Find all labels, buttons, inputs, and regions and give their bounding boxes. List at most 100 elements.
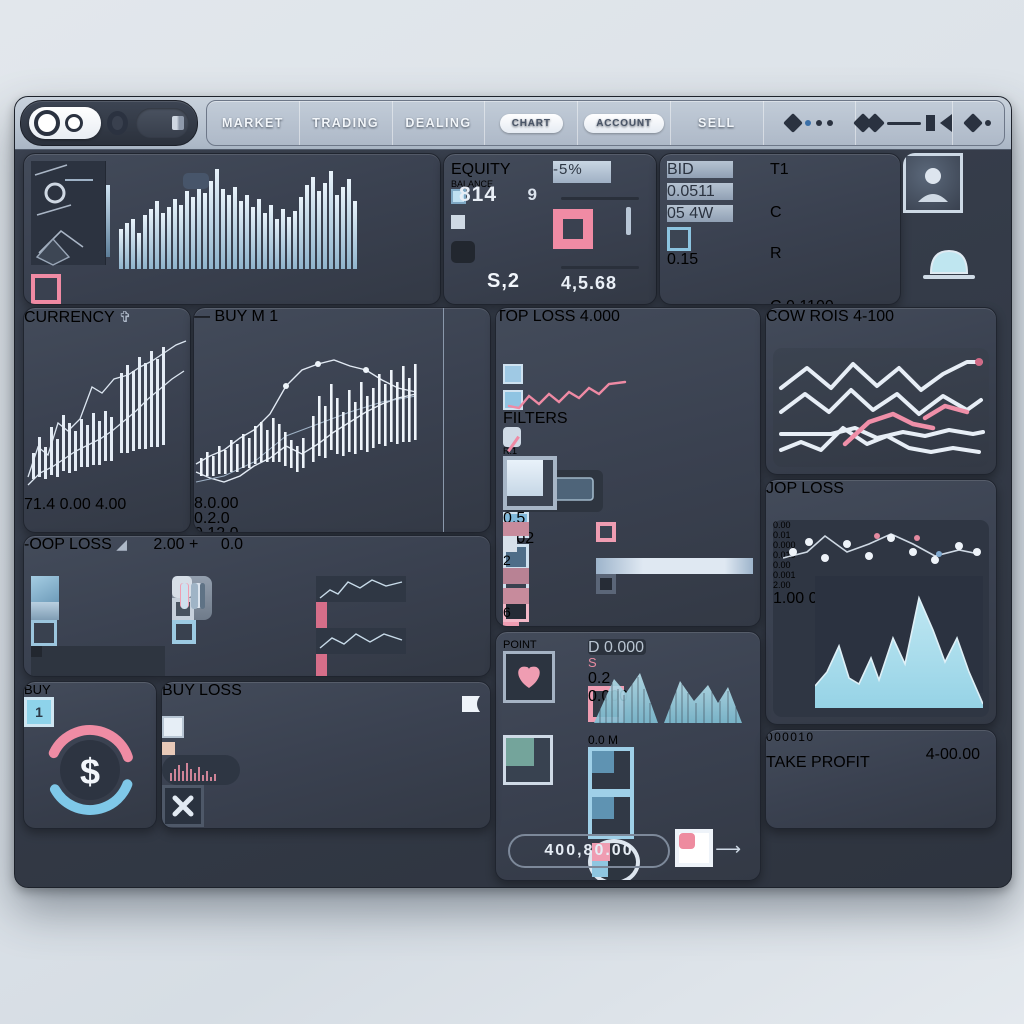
slider-track[interactable] xyxy=(596,542,753,558)
stop-loss-button[interactable]: BUY LOSS xyxy=(162,682,368,716)
refresh-icon[interactable] xyxy=(667,227,691,251)
currency-title[interactable]: CURRENCY xyxy=(24,309,114,326)
rect-icon[interactable] xyxy=(31,602,59,620)
panel-layout-icon[interactable] xyxy=(135,108,189,138)
toolbar-diamond-dots[interactable] xyxy=(764,101,857,145)
field-volume[interactable]: 05 4W xyxy=(667,205,733,222)
tab-account[interactable]: ACCOUNT xyxy=(578,101,671,145)
stripes-icon[interactable] xyxy=(172,583,212,676)
mini-chart-1[interactable] xyxy=(316,576,406,602)
heart-circle-icon[interactable] xyxy=(503,651,555,703)
refresh-circle-icon[interactable] xyxy=(503,735,553,785)
close-x-icon[interactable] xyxy=(162,785,204,827)
slider-track[interactable] xyxy=(596,594,753,610)
slider-track[interactable] xyxy=(596,558,753,574)
pnl-card[interactable]: -5% 4,5.68 xyxy=(553,161,649,297)
equity-card[interactable]: EQUITY 814 9 BALANCE S,2 xyxy=(451,161,547,297)
buy-title[interactable]: — BUY xyxy=(194,308,247,325)
row-badge[interactable]: C xyxy=(770,204,792,221)
area-title[interactable]: JOP LOSS xyxy=(766,480,844,497)
field-bid[interactable]: BID xyxy=(667,161,733,178)
donut-chart-icon[interactable] xyxy=(553,209,593,249)
tag-icon[interactable] xyxy=(183,173,209,189)
price-label[interactable]: 8.0.00 xyxy=(194,495,238,512)
area-chart[interactable]: 0.00 0.01 0.000 0.010 0.00 0.001 2.00 1.… xyxy=(773,520,989,717)
card-icon[interactable] xyxy=(553,183,573,197)
ring-icon[interactable] xyxy=(172,620,212,660)
mini-chart-2[interactable] xyxy=(316,628,406,654)
spiral-icon[interactable] xyxy=(31,620,57,646)
sparkline-chip[interactable] xyxy=(162,755,240,785)
dial-chart[interactable]: $ xyxy=(30,722,150,822)
toggle-1[interactable] xyxy=(503,703,561,719)
toolbar-panel: -OOP LOSS ◢ 2.00 + 0.0 xyxy=(23,535,491,677)
tab-dealing[interactable]: DEALING xyxy=(393,101,486,145)
tab-chart[interactable]: CHART xyxy=(485,101,579,145)
knob-icon[interactable] xyxy=(162,716,184,738)
currency-chart[interactable]: 71.4 0.00 4.00 xyxy=(24,327,190,514)
badge-icon[interactable] xyxy=(31,661,45,675)
value-chip[interactable]: 000010 xyxy=(766,730,842,754)
footer-action-card[interactable]: ⟶ xyxy=(675,829,753,873)
chip-dark[interactable]: D 0.000 xyxy=(588,639,646,656)
table-row[interactable] xyxy=(770,220,854,233)
orders-badge[interactable]: 0.15 xyxy=(667,251,703,273)
sort-arrow-icon[interactable]: ✞ xyxy=(119,309,132,326)
record-icon[interactable] xyxy=(675,829,713,867)
chevron-right-icon[interactable]: ⟶ xyxy=(715,839,741,860)
dial-icon[interactable] xyxy=(503,456,557,510)
area-plot[interactable] xyxy=(814,576,984,708)
lowrows-title[interactable]: COW ROIS xyxy=(766,308,849,325)
circle-small-icon[interactable] xyxy=(65,114,83,132)
price-label[interactable]: 0.2.0 xyxy=(194,510,234,527)
tab-trading[interactable]: TRADING xyxy=(300,101,393,145)
add-button[interactable]: + xyxy=(189,536,198,553)
orders-footer-chip[interactable]: C 0.1100 xyxy=(770,298,842,304)
toggle-2[interactable] xyxy=(503,719,561,735)
mid-chip[interactable]: TMS xyxy=(162,827,200,828)
tab-sell[interactable]: SELL xyxy=(671,101,764,145)
circle-toggle-icon[interactable] xyxy=(34,110,60,136)
toolbar-tools[interactable] xyxy=(853,101,954,145)
toolbar-end[interactable] xyxy=(953,101,1003,145)
mini-table[interactable]: 2 6 xyxy=(503,522,589,620)
cloud-icon[interactable] xyxy=(903,231,995,295)
window-controls[interactable] xyxy=(20,100,198,146)
peaks-card[interactable]: D 0.000 S 0.2 0.000 xyxy=(588,639,753,727)
minus-icon xyxy=(887,121,922,125)
eye-left-icon[interactable] xyxy=(588,747,634,793)
chart-thumbnail[interactable] xyxy=(31,161,106,266)
cloud-card[interactable] xyxy=(903,231,995,295)
overlay-chip[interactable]: VOLUME xyxy=(31,304,127,305)
calendar-icon[interactable] xyxy=(451,241,475,263)
slider-knob[interactable] xyxy=(162,742,175,755)
avatar-card[interactable] xyxy=(903,153,995,225)
gauge-icon[interactable] xyxy=(451,215,477,241)
caret-icon[interactable]: ◢ xyxy=(116,536,127,552)
knob-icon[interactable] xyxy=(596,574,616,594)
area-series xyxy=(814,595,984,708)
table-row[interactable] xyxy=(770,233,852,245)
toolbar-title[interactable]: -OOP LOSS xyxy=(24,536,112,553)
price-label[interactable]: 0.12.0 xyxy=(194,525,238,532)
knob-icon[interactable] xyxy=(596,522,616,542)
row-badge[interactable]: T1 xyxy=(770,161,792,178)
table-row[interactable] xyxy=(770,192,838,204)
lowrows-chart[interactable] xyxy=(773,348,989,467)
cell xyxy=(503,620,529,626)
table-row[interactable] xyxy=(770,178,852,192)
view-toggle-group[interactable] xyxy=(29,107,101,139)
record-icon[interactable] xyxy=(106,111,128,135)
zoom-card[interactable]: 0.0 M xyxy=(588,733,753,880)
target-marker-icon[interactable] xyxy=(31,274,61,304)
image-icon[interactable] xyxy=(31,576,59,602)
tab-market[interactable]: MARKET xyxy=(207,101,300,145)
flag-icon[interactable] xyxy=(458,692,482,720)
footer-value-card[interactable]: 400,80.00 xyxy=(503,829,675,873)
buy-chart[interactable]: 8.0.00 0.2.0 0.12.0 0.1100 2.0.60 0.20.0… xyxy=(194,308,490,532)
row-badge[interactable]: R xyxy=(770,245,788,262)
buy-timeframe[interactable]: M 1 xyxy=(252,308,279,325)
field-price[interactable]: 0.0511 xyxy=(667,183,733,200)
stoploss-title[interactable]: TOP LOSS xyxy=(496,308,575,325)
user-avatar-icon[interactable] xyxy=(903,153,963,213)
